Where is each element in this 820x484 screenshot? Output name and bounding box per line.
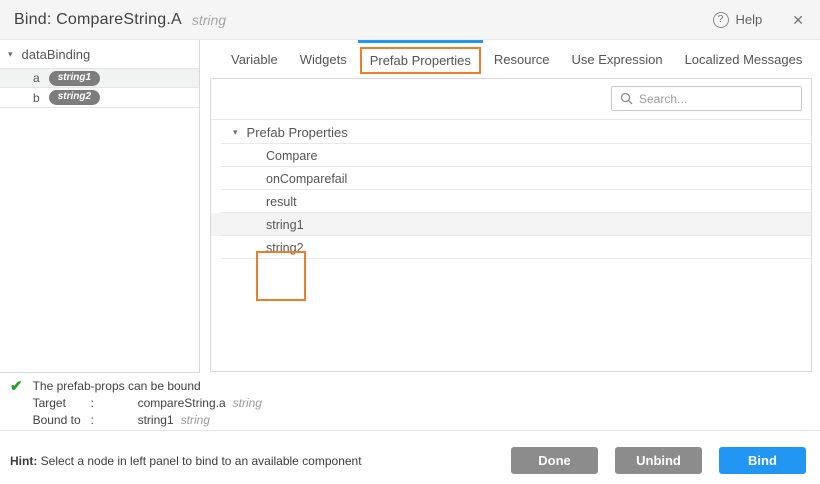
tab-widgets[interactable]: Widgets [289,40,358,78]
status-label: Bound to [33,413,91,427]
type-badge: string2 [49,90,100,105]
bind-status-block: The prefab-props can be bound Target : c… [10,379,262,427]
search-input[interactable] [639,92,793,106]
status-value: compareString.a [138,396,226,410]
dialog-title: Bind: CompareString.A [14,11,182,29]
close-icon[interactable] [792,13,804,27]
tree-item-oncomparefail[interactable]: onComparefail [211,167,811,190]
data-binding-panel: dataBinding a string1 b string2 [0,40,200,373]
hint-body: Select a node in left panel to bind to a… [37,454,361,468]
type-badge: string1 [49,71,100,86]
help-label[interactable]: Help [736,12,763,27]
tab-resource[interactable]: Resource [483,40,561,78]
tab-content-panel: Prefab Properties Compare onComparefail … [210,78,812,372]
status-value: string1 [138,413,174,427]
dialog-footer: Hint: Select a node in left panel to bin… [0,430,820,484]
tree-item-string2[interactable]: string2 [211,236,811,259]
tree-item-string1[interactable]: string1 [211,213,811,236]
help-button[interactable]: Help [713,12,763,28]
status-boundto-row: Bound to : string1 string [33,413,262,427]
search-icon [620,92,633,105]
tab-bar: Variable Widgets Prefab Properties Resou… [210,40,812,78]
collapse-arrow-icon[interactable] [8,50,13,59]
search-box[interactable] [611,86,802,111]
status-lines: The prefab-props can be bound Target : c… [33,379,262,427]
collapse-arrow-icon[interactable] [233,128,238,137]
bind-dialog: Bind: CompareString.A string Help dataBi… [0,0,820,484]
status-value-type: string [233,396,262,410]
status-colon: : [91,413,116,427]
tree-item-result[interactable]: result [211,190,811,213]
tree-root-label: dataBinding [22,47,91,62]
tree-root-prefab-properties[interactable]: Prefab Properties [211,120,811,144]
annotation-highlight-box: Prefab Properties [360,47,481,74]
success-check-icon [10,379,23,427]
bind-button[interactable]: Bind [719,447,806,474]
tab-label: Prefab Properties [370,53,471,68]
status-colon: : [91,396,116,410]
tree-item-b[interactable]: b string2 [0,88,199,108]
tree-root-databinding[interactable]: dataBinding [0,40,199,68]
help-icon[interactable] [713,12,729,28]
hint-label: Hint: [10,454,37,468]
status-message: The prefab-props can be bound [33,379,262,393]
tree-item-a[interactable]: a string1 [0,68,199,88]
search-row [211,79,811,119]
dialog-header: Bind: CompareString.A string Help [0,0,820,40]
tab-localized-messages[interactable]: Localized Messages [674,40,814,78]
tree-root-label: Prefab Properties [247,125,348,140]
tree-item-key: b [33,91,40,105]
tree-item-compare[interactable]: Compare [211,144,811,167]
status-value-type: string [181,413,210,427]
dialog-title-type: string [192,12,226,28]
tab-variable[interactable]: Variable [220,40,289,78]
prefab-properties-tree: Prefab Properties Compare onComparefail … [211,119,811,259]
hint-text: Hint: Select a node in left panel to bin… [10,454,362,468]
tab-use-expression[interactable]: Use Expression [561,40,674,78]
tab-prefab-properties[interactable]: Prefab Properties [358,40,483,78]
tree-item-key: a [33,71,40,85]
unbind-button[interactable]: Unbind [615,447,702,474]
done-button[interactable]: Done [511,447,598,474]
status-target-row: Target : compareString.a string [33,396,262,410]
status-label: Target [33,396,91,410]
